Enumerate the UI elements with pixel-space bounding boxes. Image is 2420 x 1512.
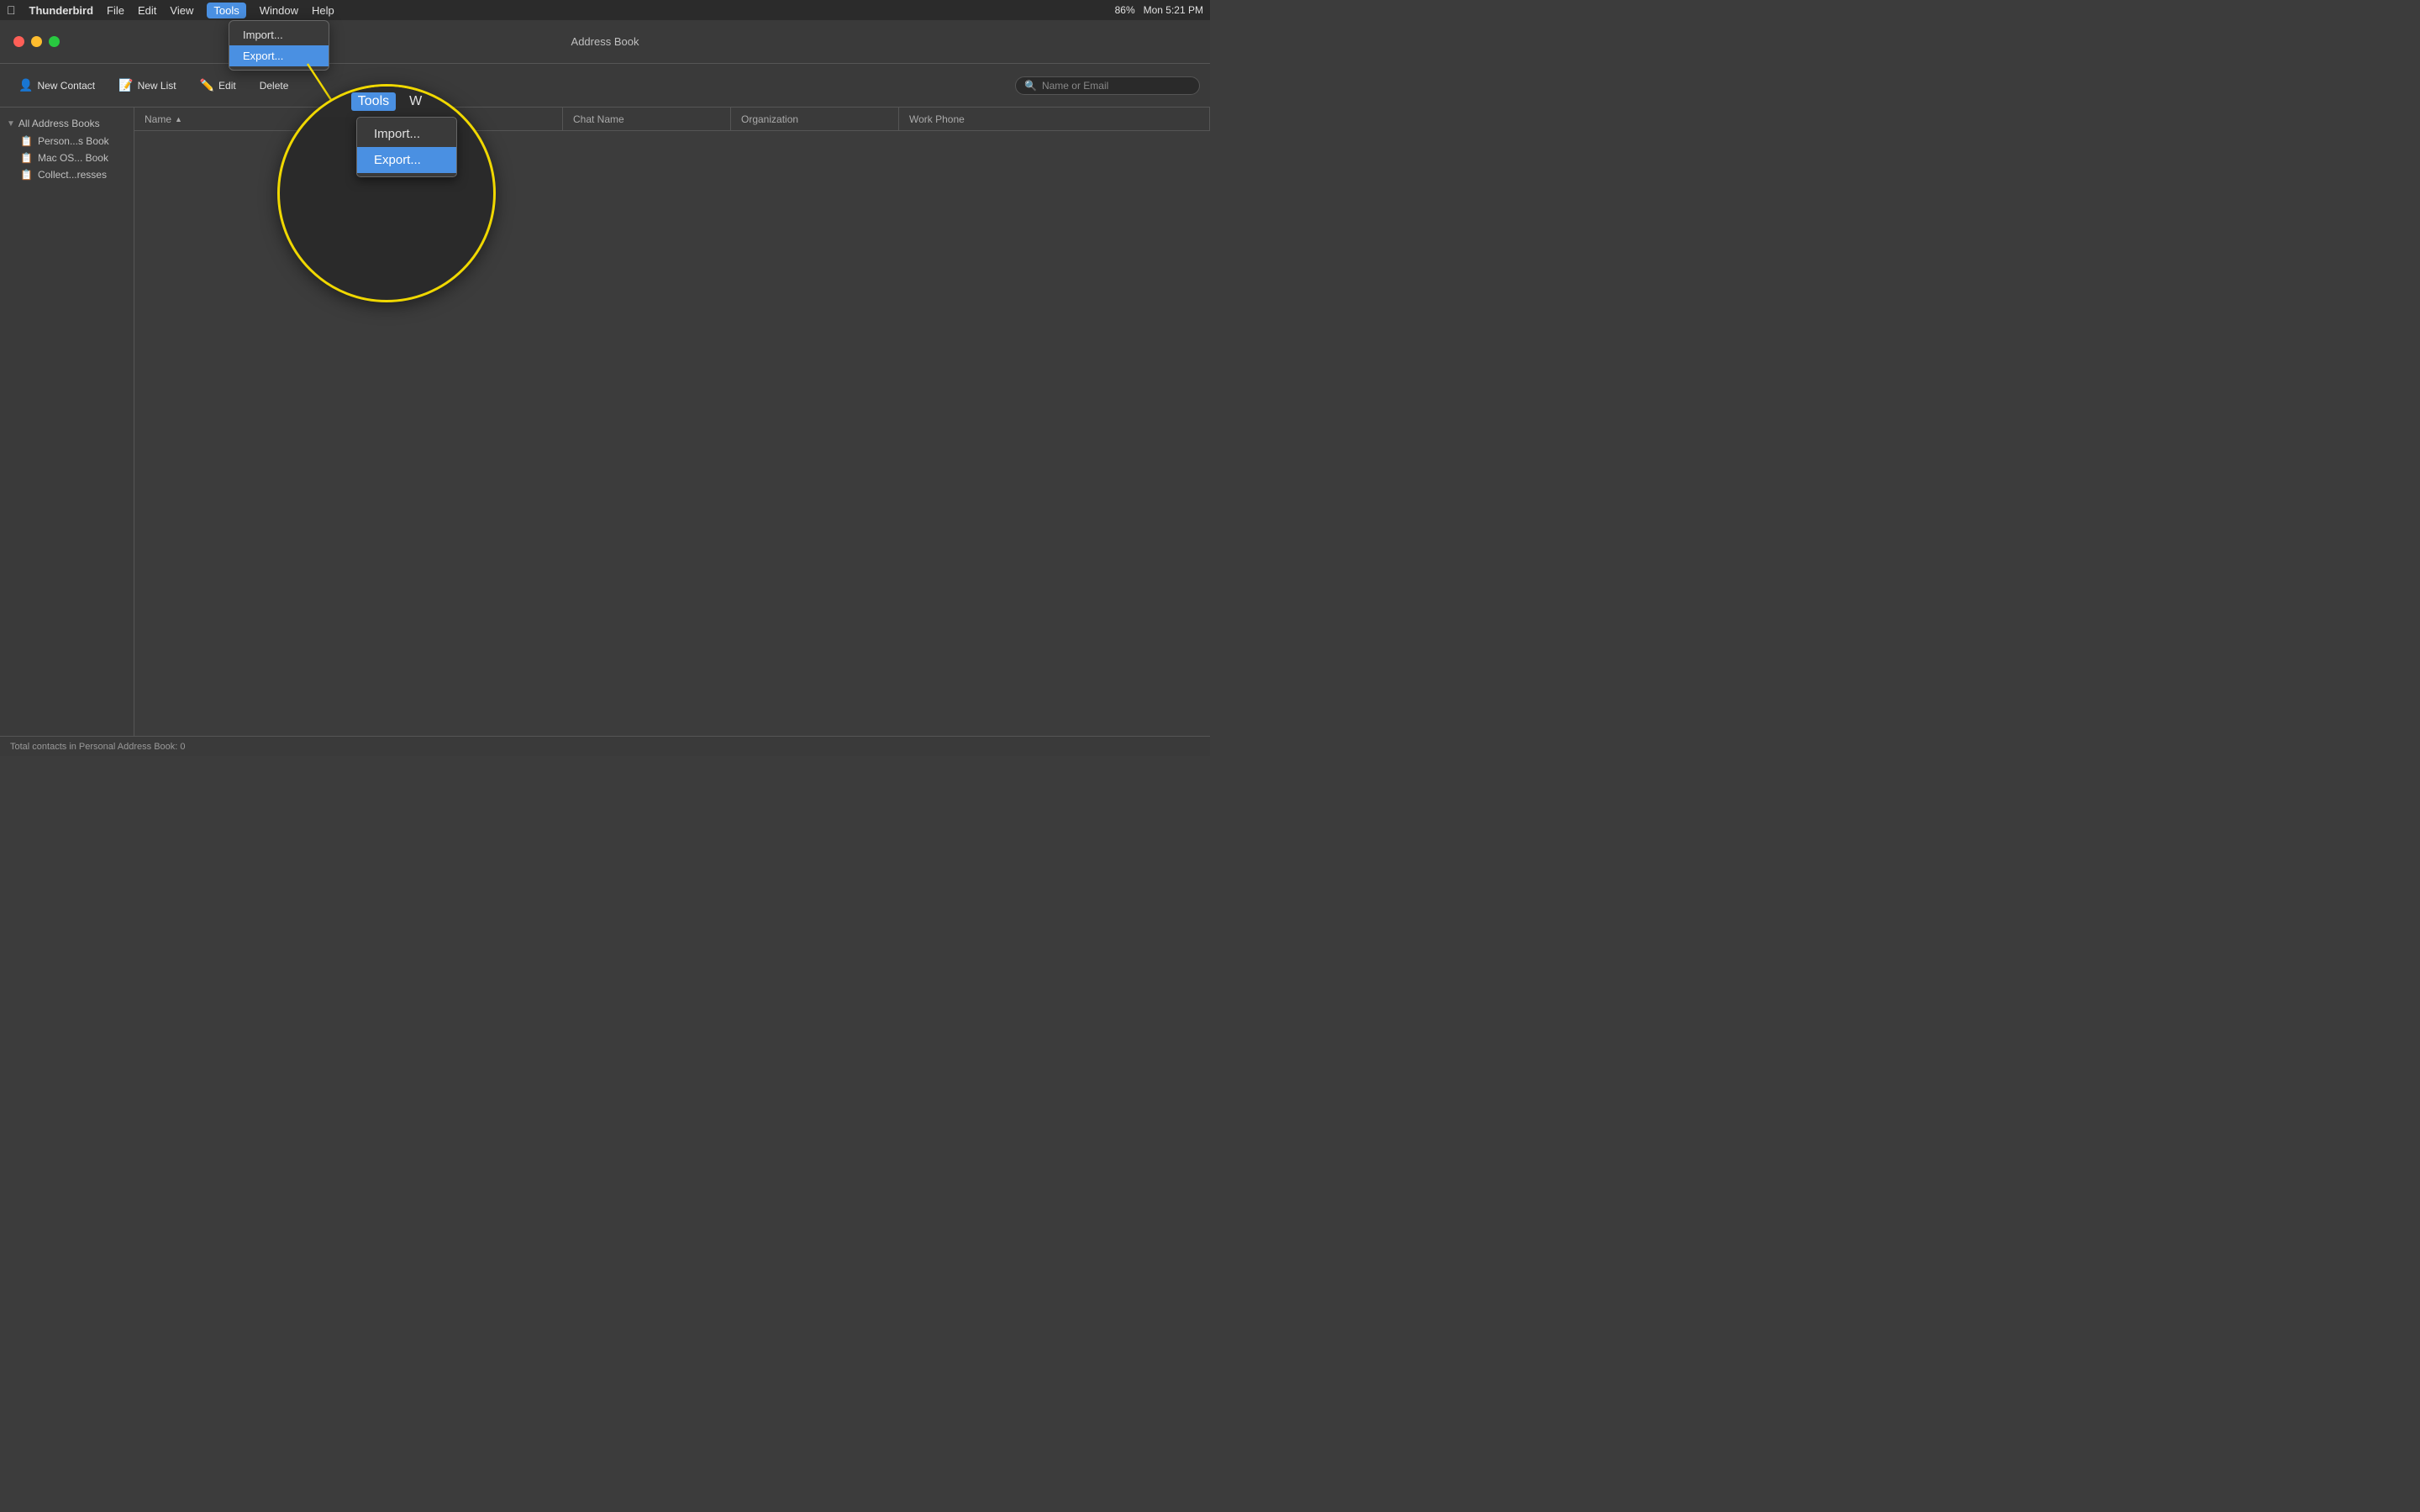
- traffic-lights: [13, 36, 60, 47]
- import-menu-item[interactable]: Import...: [229, 24, 329, 45]
- menubar-right: 86% Mon 5:21 PM: [1115, 4, 1203, 16]
- sidebar-item-label: Collect...resses: [38, 169, 107, 181]
- sidebar-item-macos[interactable]: 📋 Mac OS... Book: [0, 150, 134, 166]
- sidebar-all-books[interactable]: ▼ All Address Books: [0, 114, 134, 133]
- menubar:  Thunderbird File Edit View Tools Windo…: [0, 0, 1210, 20]
- apple-menu[interactable]: : [7, 3, 16, 17]
- menubar-file[interactable]: File: [107, 4, 124, 17]
- search-icon: 🔍: [1024, 80, 1037, 92]
- mag-dropdown: Import... Export...: [356, 117, 457, 177]
- mag-menu-bar: Tools W: [280, 87, 493, 117]
- menubar-tools[interactable]: Tools: [207, 3, 245, 18]
- clock: Mon 5:21 PM: [1144, 4, 1203, 16]
- app-name: Thunderbird: [29, 4, 94, 17]
- mag-tools-item: Tools: [351, 92, 396, 111]
- menubar-window[interactable]: Window: [260, 4, 298, 17]
- mag-import-item: Import...: [357, 121, 456, 147]
- sidebar-item-personal[interactable]: 📋 Person...s Book: [0, 133, 134, 150]
- menubar-help[interactable]: Help: [312, 4, 334, 17]
- edit-button[interactable]: ✏️ Edit: [192, 74, 245, 97]
- sidebar: ▼ All Address Books 📋 Person...s Book 📋 …: [0, 108, 134, 736]
- address-book-icon: 📋: [20, 152, 33, 164]
- mag-export-item: Export...: [357, 147, 456, 173]
- sidebar-item-label: Mac OS... Book: [38, 152, 108, 164]
- column-organization[interactable]: Organization: [731, 108, 899, 130]
- new-list-button[interactable]: 📝 New List: [110, 74, 184, 97]
- battery-status: 86%: [1115, 4, 1135, 16]
- magnifier-circle: Tools W Import... Export...: [277, 84, 496, 302]
- magnifier-content: Tools W Import... Export...: [280, 87, 493, 300]
- minimize-button[interactable]: [31, 36, 42, 47]
- main-area: ▼ All Address Books 📋 Person...s Book 📋 …: [0, 108, 1210, 736]
- sort-icon: ▲: [175, 115, 182, 123]
- sidebar-item-label: Person...s Book: [38, 135, 109, 147]
- maximize-button[interactable]: [49, 36, 60, 47]
- address-book-icon: 📋: [20, 169, 33, 181]
- export-menu-item[interactable]: Export...: [229, 45, 329, 66]
- status-text: Total contacts in Personal Address Book:…: [10, 742, 186, 752]
- tools-dropdown-menu: Import... Export...: [229, 20, 329, 71]
- search-box[interactable]: 🔍: [1015, 76, 1200, 95]
- sidebar-section-label: All Address Books: [18, 118, 100, 129]
- list-add-icon: 📝: [118, 78, 133, 92]
- search-input[interactable]: [1042, 80, 1191, 92]
- column-work-phone[interactable]: Work Phone: [899, 108, 1210, 130]
- window-title: Address Book: [571, 35, 639, 48]
- person-add-icon: 👤: [18, 78, 33, 92]
- menubar-view[interactable]: View: [170, 4, 193, 17]
- menubar-edit[interactable]: Edit: [138, 4, 156, 17]
- close-button[interactable]: [13, 36, 24, 47]
- column-chat[interactable]: Chat Name: [563, 108, 731, 130]
- sidebar-item-collected[interactable]: 📋 Collect...resses: [0, 166, 134, 183]
- address-book-icon: 📋: [20, 135, 33, 147]
- chevron-down-icon: ▼: [7, 119, 15, 129]
- titlebar: Address Book: [0, 20, 1210, 64]
- statusbar: Total contacts in Personal Address Book:…: [0, 736, 1210, 756]
- new-contact-button[interactable]: 👤 New Contact: [10, 74, 103, 97]
- mag-w-item: W: [409, 94, 422, 109]
- edit-icon: ✏️: [200, 78, 214, 92]
- toolbar: 👤 New Contact 📝 New List ✏️ Edit Delete …: [0, 64, 1210, 108]
